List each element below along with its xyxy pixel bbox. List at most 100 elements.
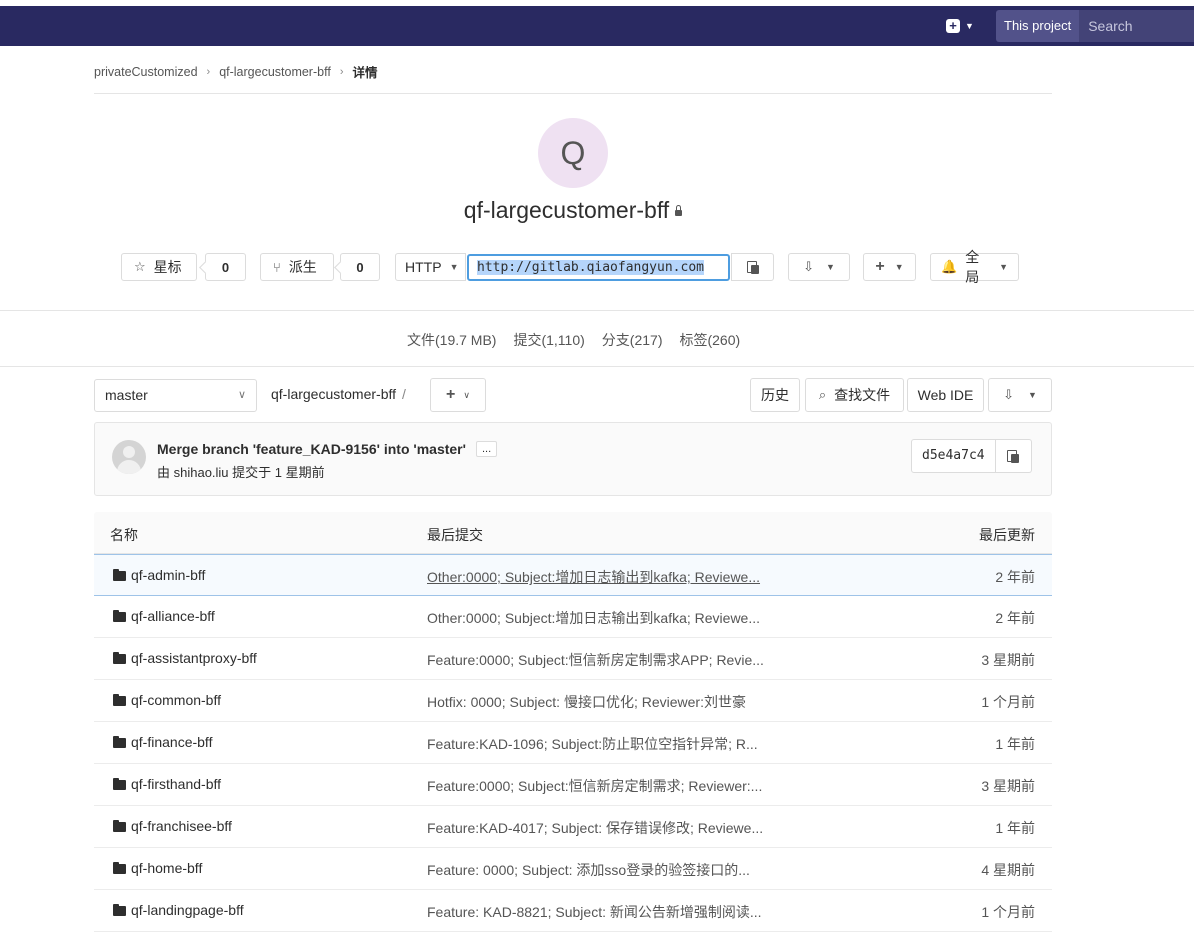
- file-commit-link[interactable]: Other:0000; Subject:增加日志输出到kafka; Review…: [427, 567, 772, 587]
- file-updated-time: 2 年前: [995, 569, 1035, 585]
- download-dropdown[interactable]: ⇩ ▼: [788, 253, 850, 281]
- file-name-link[interactable]: qf-landingpage-bff: [131, 902, 244, 918]
- search-bar: This project Search: [996, 10, 1194, 42]
- star-icon: ☆: [134, 259, 146, 274]
- plus-icon: +: [875, 258, 885, 275]
- table-row[interactable]: qf-franchisee-bff Feature:KAD-4017; Subje…: [94, 806, 1052, 848]
- file-name-link[interactable]: qf-home-bff: [131, 860, 202, 876]
- file-name-link[interactable]: qf-assistantproxy-bff: [131, 650, 257, 666]
- file-name-link[interactable]: qf-franchisee-bff: [131, 818, 232, 834]
- tree-download-dropdown[interactable]: ⇩ ▼: [988, 378, 1052, 412]
- star-label: 星标: [153, 259, 182, 275]
- commit-sha[interactable]: d5e4a7c4: [911, 439, 996, 473]
- add-to-tree-dropdown[interactable]: + ∨: [430, 378, 486, 412]
- tree-path-root[interactable]: qf-largecustomer-bff: [271, 386, 396, 402]
- breadcrumb-project[interactable]: qf-largecustomer-bff: [219, 65, 331, 79]
- file-updated-time: 3 星期前: [981, 778, 1035, 794]
- table-header: 名称 最后提交 最后更新: [94, 512, 1052, 554]
- folder-icon: [113, 610, 126, 622]
- chevron-down-icon: ▼: [1027, 390, 1037, 400]
- breadcrumb-current[interactable]: 详情: [352, 62, 377, 81]
- copy-url-button[interactable]: [731, 253, 774, 281]
- stat-branches[interactable]: 分支(217): [602, 330, 663, 350]
- tree-path: qf-largecustomer-bff /: [271, 386, 406, 402]
- divider: [94, 93, 1052, 94]
- file-updated-time: 1 年前: [995, 820, 1035, 836]
- avatar[interactable]: [112, 440, 146, 474]
- file-commit-link[interactable]: Other:0000; Subject:增加日志输出到kafka; Review…: [427, 608, 772, 628]
- table-row[interactable]: qf-home-bff Feature: 0000; Subject: 添加sso…: [94, 848, 1052, 890]
- copy-icon: [746, 260, 759, 274]
- file-name-link[interactable]: qf-admin-bff: [131, 567, 205, 583]
- table-row[interactable]: qf-finance-bff Feature:KAD-1096; Subject:…: [94, 722, 1052, 764]
- column-header-name: 名称: [110, 527, 138, 543]
- project-title-row: qf-largecustomer-bff: [0, 197, 1146, 224]
- plus-icon: +: [446, 386, 456, 403]
- file-commit-link[interactable]: Feature:0000; Subject:恒信新房定制需求; Reviewer…: [427, 776, 772, 796]
- chevron-down-icon: ∨: [463, 389, 470, 400]
- new-dropdown-button[interactable]: + ▼: [946, 16, 974, 36]
- folder-icon: [113, 820, 126, 832]
- file-name-link[interactable]: qf-firsthand-bff: [131, 776, 221, 792]
- clone-url-input[interactable]: http://gitlab.qiaofangyun.com: [467, 254, 730, 281]
- star-count[interactable]: 0: [205, 253, 246, 281]
- file-commit-link[interactable]: Feature: 0000; Subject: 添加sso登录的验签接口的...: [427, 860, 772, 880]
- column-header-last-update: 最后更新: [979, 527, 1035, 543]
- notification-dropdown[interactable]: 🔔 全局 ▼: [930, 249, 1019, 285]
- chevron-down-icon: ▼: [449, 262, 459, 272]
- star-button[interactable]: ☆ 星标: [121, 253, 197, 281]
- expand-commit-button[interactable]: ...: [475, 441, 498, 457]
- branch-select[interactable]: master ∨: [94, 379, 257, 412]
- web-ide-button[interactable]: Web IDE: [907, 378, 984, 412]
- chevron-down-icon: ▼: [825, 262, 835, 272]
- chevron-right-icon: ›: [339, 65, 344, 78]
- file-updated-time: 2 年前: [995, 610, 1035, 626]
- file-commit-link[interactable]: Feature: KAD-8821; Subject: 新闻公告新增强制阅读..…: [427, 902, 772, 922]
- history-button[interactable]: 历史: [750, 378, 800, 412]
- search-icon: ⌕: [818, 387, 827, 402]
- notification-label: 全局: [965, 249, 980, 285]
- plus-icon: +: [946, 19, 960, 33]
- fork-button[interactable]: ⑂ 派生: [260, 253, 334, 281]
- breadcrumb-group[interactable]: privateCustomized: [94, 65, 198, 79]
- folder-icon: [113, 736, 126, 748]
- commit-title[interactable]: Merge branch 'feature_KAD-9156' into 'ma…: [157, 441, 466, 457]
- file-commit-link[interactable]: Feature:KAD-1096; Subject:防止职位空指针异常; R..…: [427, 734, 772, 754]
- download-icon: ⇩: [803, 259, 814, 274]
- find-file-button[interactable]: ⌕ 查找文件: [805, 378, 904, 412]
- download-icon: ⇩: [1003, 387, 1014, 402]
- fork-icon: ⑂: [273, 259, 281, 275]
- search-scope-label[interactable]: This project: [996, 10, 1080, 42]
- copy-icon: [1007, 449, 1020, 463]
- file-name-link[interactable]: qf-alliance-bff: [131, 608, 215, 624]
- search-input[interactable]: Search: [1079, 10, 1194, 42]
- file-name-link[interactable]: qf-finance-bff: [131, 734, 212, 750]
- file-updated-time: 3 星期前: [981, 652, 1035, 668]
- stat-files[interactable]: 文件(19.7 MB): [407, 330, 496, 350]
- copy-sha-button[interactable]: [995, 439, 1032, 473]
- stat-commits[interactable]: 提交(1,110): [513, 330, 584, 350]
- folder-icon: [113, 862, 126, 874]
- file-commit-link[interactable]: Feature:0000; Subject:恒信新房定制需求APP; Revie…: [427, 650, 772, 670]
- clone-protocol-dropdown[interactable]: HTTP ▼: [395, 253, 466, 281]
- table-row[interactable]: qf-admin-bff Other:0000; Subject:增加日志输出到k…: [94, 554, 1052, 596]
- file-name-link[interactable]: qf-common-bff: [131, 692, 221, 708]
- file-updated-time: 1 年前: [995, 736, 1035, 752]
- top-navbar: + ▼ This project Search: [0, 6, 1194, 46]
- add-dropdown[interactable]: + ▼: [863, 253, 916, 281]
- table-row[interactable]: qf-landingpage-bff Feature: KAD-8821; Sub…: [94, 890, 1052, 932]
- table-row[interactable]: qf-common-bff Hotfix: 0000; Subject: 慢接口优…: [94, 680, 1052, 722]
- table-row[interactable]: qf-alliance-bff Other:0000; Subject:增加日志输…: [94, 596, 1052, 638]
- table-row[interactable]: qf-assistantproxy-bff Feature:0000; Subje…: [94, 638, 1052, 680]
- lock-icon: [675, 205, 683, 216]
- folder-icon: [113, 569, 126, 581]
- file-commit-link[interactable]: Hotfix: 0000; Subject: 慢接口优化; Reviewer:刘…: [427, 692, 772, 712]
- divider: [0, 366, 1194, 367]
- table-row[interactable]: qf-firsthand-bff Feature:0000; Subject:恒信…: [94, 764, 1052, 806]
- project-title: qf-largecustomer-bff: [463, 197, 670, 223]
- file-commit-link[interactable]: Feature:KAD-4017; Subject: 保存错误修改; Revie…: [427, 818, 772, 838]
- folder-icon: [113, 652, 126, 664]
- stat-tags[interactable]: 标签(260): [679, 330, 740, 350]
- commit-sha-group: d5e4a7c4: [911, 439, 1032, 473]
- fork-count[interactable]: 0: [340, 253, 380, 281]
